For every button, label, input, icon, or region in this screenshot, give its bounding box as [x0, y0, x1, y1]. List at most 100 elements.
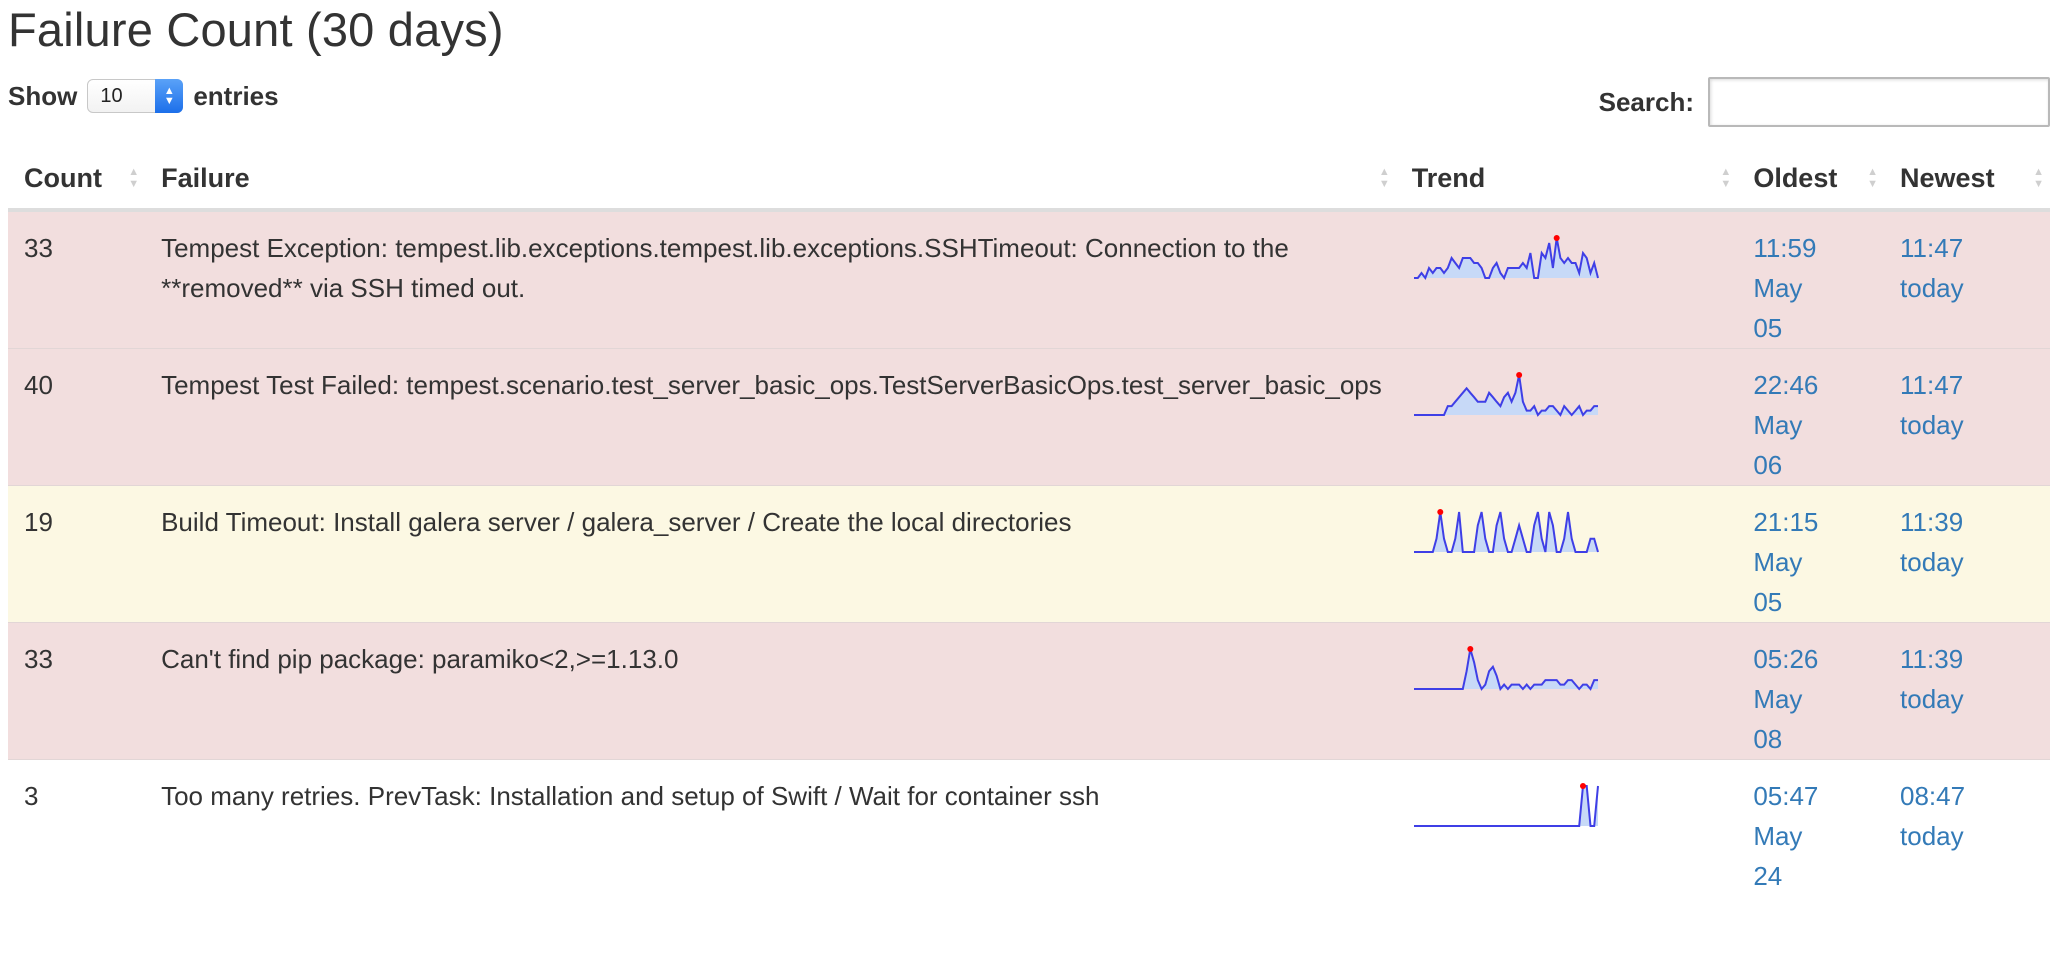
trend-area: [1413, 786, 1598, 826]
entries-select-value: 10: [100, 84, 123, 107]
table-row: 33 Can't find pip package: paramiko<2,>=1…: [8, 622, 2050, 760]
newest-cell: 11:47 today: [1884, 348, 2050, 486]
search-label: Search:: [1598, 86, 1694, 117]
newest-link[interactable]: 08:47 today: [1900, 776, 2050, 856]
table-row: 19 Build Timeout: Install galera server /…: [8, 485, 2050, 623]
oldest-link[interactable]: 21:15 May 05: [1753, 502, 1884, 622]
oldest-time: 21:15: [1753, 507, 1819, 537]
trend-sparkline: [1413, 646, 1598, 692]
failure-cell: Can't find pip package: paramiko<2,>=1.1…: [145, 622, 1396, 760]
newest-time: 11:39: [1900, 644, 1964, 674]
sort-icon: ▲ ▼: [1867, 166, 1879, 190]
trend-sparkline: [1413, 235, 1599, 281]
newest-day: today: [1900, 684, 1964, 714]
trend-peak-marker: [1553, 235, 1560, 241]
column-header-count[interactable]: Count ▲ ▼: [8, 148, 146, 212]
oldest-cell: 05:26 May 08: [1737, 622, 1885, 760]
oldest-time: 11:59: [1753, 233, 1817, 263]
table-row: 3 Too many retries. PrevTask: Installatio…: [8, 759, 2050, 897]
oldest-day: 08: [1753, 724, 1783, 754]
oldest-cell: 05:47 May 24: [1737, 759, 1885, 897]
trend-cell: [1395, 348, 1738, 486]
oldest-cell: 22:46 May 06: [1737, 348, 1885, 486]
count-cell: 33: [8, 209, 146, 349]
table-row: 40 Tempest Test Failed: tempest.scenario.…: [8, 348, 2050, 486]
entries-label: entries: [193, 80, 279, 111]
trend-sparkline: [1413, 372, 1598, 417]
newest-time: 11:47: [1900, 233, 1964, 263]
trend-area: [1413, 649, 1598, 689]
count-cell: 3: [8, 759, 146, 897]
failure-cell: Build Timeout: Install galera server / g…: [145, 485, 1396, 623]
newest-cell: 11:39 today: [1884, 485, 2050, 623]
oldest-month: May: [1753, 547, 1803, 577]
entries-length-control: Show 10 ▲ ▼ entries: [8, 79, 279, 113]
failure-cell: Too many retries. PrevTask: Installation…: [145, 759, 1396, 897]
search-input[interactable]: [1708, 77, 2050, 127]
oldest-time: 05:47: [1753, 781, 1819, 811]
oldest-month: May: [1753, 410, 1803, 440]
oldest-link[interactable]: 05:47 May 24: [1753, 776, 1884, 896]
entries-select[interactable]: 10 ▲ ▼: [87, 79, 184, 113]
newest-link[interactable]: 11:47 today: [1900, 228, 2050, 308]
trend-cell: [1395, 622, 1738, 760]
newest-cell: 08:47 today: [1884, 759, 2050, 897]
count-cell: 19: [8, 485, 146, 623]
table-row: 33 Tempest Exception: tempest.lib.excepti…: [8, 209, 2050, 349]
oldest-month: May: [1753, 684, 1803, 714]
oldest-day: 05: [1753, 587, 1783, 617]
column-header-failure[interactable]: Failure ▲ ▼: [145, 148, 1396, 212]
show-label: Show: [8, 80, 78, 111]
oldest-link[interactable]: 22:46 May 06: [1753, 365, 1884, 485]
trend-cell: [1395, 485, 1738, 623]
newest-day: today: [1900, 821, 1964, 851]
trend-line: [1413, 785, 1599, 827]
newest-day: today: [1900, 547, 1964, 577]
column-header-newest[interactable]: Newest ▲ ▼: [1884, 148, 2050, 212]
newest-time: 11:39: [1900, 507, 1964, 537]
table-header-row: Count ▲ ▼ Failure ▲ ▼ Trend ▲ ▼ Oldest ▲ ▼ Newes…: [8, 148, 2050, 212]
oldest-time: 22:46: [1753, 370, 1819, 400]
column-header-trend[interactable]: Trend ▲ ▼: [1395, 148, 1738, 212]
sort-icon: ▲ ▼: [128, 166, 140, 190]
page-title: Failure Count (30 days): [8, 3, 504, 56]
trend-peak-marker: [1437, 509, 1444, 515]
select-arrows-icon: ▲ ▼: [155, 79, 184, 113]
trend-cell: [1395, 209, 1738, 349]
failure-cell: Tempest Test Failed: tempest.scenario.te…: [145, 348, 1396, 486]
sort-icon: ▲ ▼: [2033, 166, 2044, 190]
newest-cell: 11:47 today: [1884, 209, 2050, 349]
trend-peak-marker: [1515, 372, 1522, 378]
newest-time: 11:47: [1900, 370, 1964, 400]
trend-sparkline: [1413, 509, 1599, 553]
trend-cell: [1395, 759, 1738, 897]
oldest-day: 24: [1753, 861, 1783, 891]
oldest-cell: 11:59 May 05: [1737, 209, 1885, 349]
sort-icon: ▲ ▼: [1378, 166, 1390, 190]
trend-peak-marker: [1579, 783, 1586, 789]
newest-link[interactable]: 11:39 today: [1900, 502, 2050, 582]
trend-peak-marker: [1467, 646, 1474, 652]
oldest-cell: 21:15 May 05: [1737, 485, 1885, 623]
oldest-day: 06: [1753, 450, 1783, 480]
failures-table: Count ▲ ▼ Failure ▲ ▼ Trend ▲ ▼ Oldest ▲ ▼ Newes…: [8, 148, 2050, 897]
newest-link[interactable]: 11:39 today: [1900, 639, 2050, 719]
column-header-oldest[interactable]: Oldest ▲ ▼: [1737, 148, 1885, 212]
oldest-link[interactable]: 11:59 May 05: [1753, 228, 1884, 348]
newest-day: today: [1900, 410, 1964, 440]
oldest-time: 05:26: [1753, 644, 1819, 674]
oldest-day: 05: [1753, 313, 1783, 343]
oldest-month: May: [1753, 273, 1803, 303]
failure-cell: Tempest Exception: tempest.lib.exception…: [145, 209, 1396, 349]
count-cell: 33: [8, 622, 146, 760]
oldest-link[interactable]: 05:26 May 08: [1753, 639, 1884, 759]
oldest-month: May: [1753, 821, 1803, 851]
search-control: Search:: [1599, 77, 2050, 127]
newest-time: 08:47: [1900, 781, 1966, 811]
sort-icon: ▲ ▼: [1720, 166, 1732, 190]
trend-sparkline: [1413, 783, 1599, 827]
table-body: 33 Tempest Exception: tempest.lib.excepti…: [8, 209, 2050, 897]
newest-link[interactable]: 11:47 today: [1900, 365, 2050, 445]
count-cell: 40: [8, 348, 146, 486]
newest-day: today: [1900, 273, 1964, 303]
